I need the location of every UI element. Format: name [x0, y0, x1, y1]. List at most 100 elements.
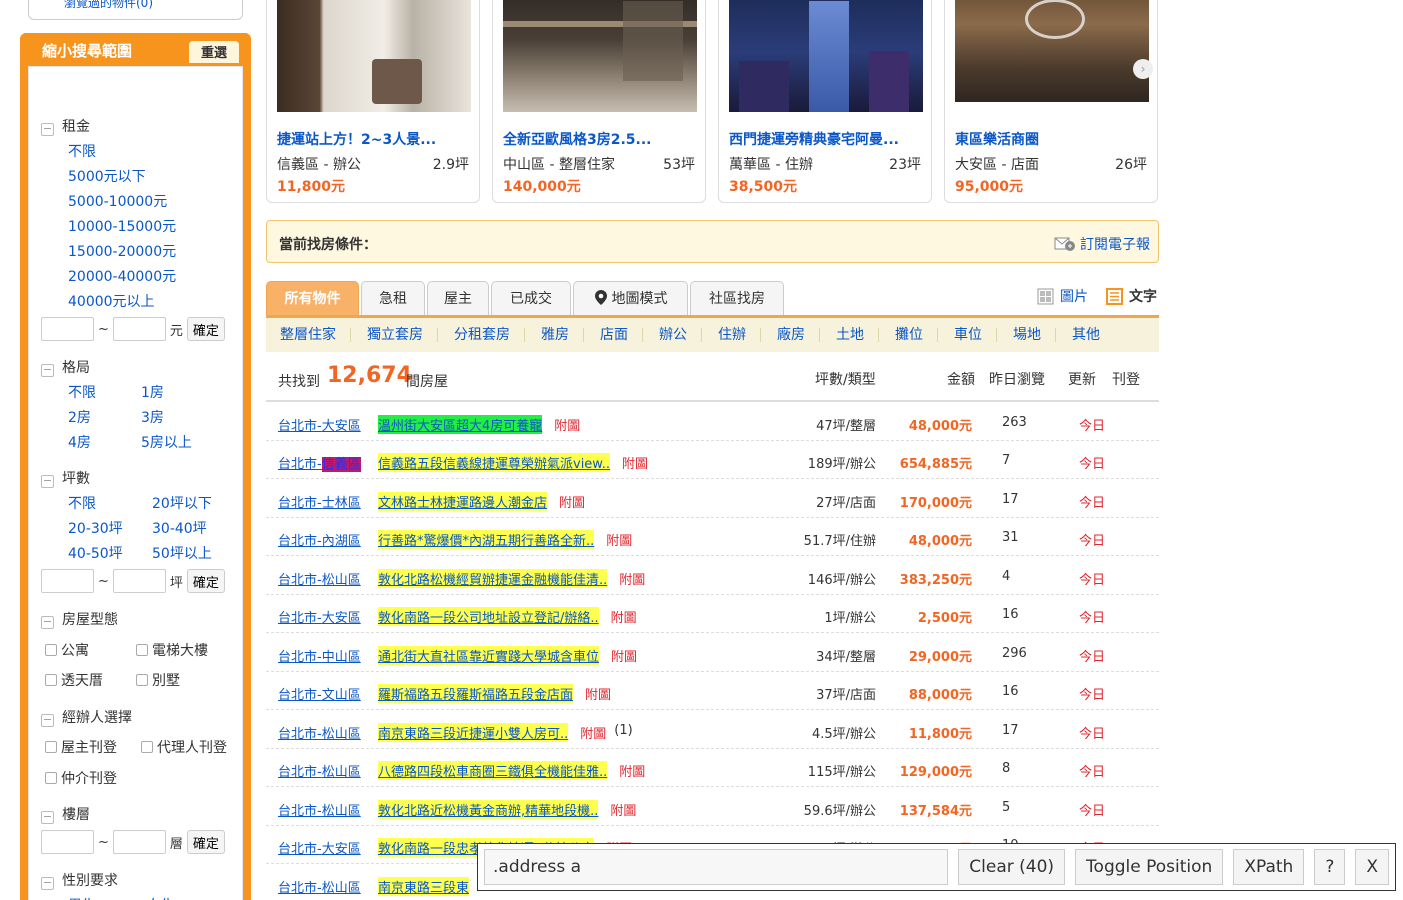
viewed-items-link[interactable]: 瀏覽過的物件(0)	[64, 0, 153, 10]
area-option[interactable]: 20坪以下	[152, 493, 212, 513]
layout-option[interactable]: 5房以上	[141, 432, 192, 452]
carousel-next-icon[interactable]: ›	[1133, 59, 1153, 79]
collapse-icon[interactable]: −	[41, 616, 54, 629]
checkbox-icon[interactable]	[45, 644, 57, 656]
city-label[interactable]: 台北市	[278, 534, 317, 549]
district-label[interactable]: 內湖區	[322, 534, 361, 549]
featured-card[interactable]: 西門捷運旁精典豪宅阿曼... 萬華區 - 住辦 23坪 38,500元	[718, 0, 932, 203]
listing-title[interactable]: 行善路*驚爆價*內湖五期行善路全新..	[378, 530, 595, 549]
category-link[interactable]: 土地	[836, 328, 879, 342]
viewed-items-box[interactable]: 瀏覽過的物件(0)	[28, 0, 243, 20]
district-label[interactable]: 松山區	[322, 804, 361, 819]
address-link[interactable]: 台北市-內湖區	[278, 530, 361, 549]
gender-option[interactable]: 女生	[147, 895, 175, 900]
agent-checkbox[interactable]: 代理人刊登	[141, 737, 227, 757]
address-link[interactable]: 台北市-松山區	[278, 877, 361, 896]
category-link[interactable]: 場地	[1013, 328, 1056, 342]
address-link[interactable]: 台北市-大安區	[278, 607, 361, 626]
tab-owner[interactable]: 屋主	[427, 281, 489, 316]
address-link[interactable]: 台北市-大安區	[278, 838, 361, 857]
card-title[interactable]: 捷運站上方！2~3人景...	[277, 129, 436, 149]
floor-min-input[interactable]	[41, 830, 94, 854]
area-min-input[interactable]	[41, 569, 94, 593]
table-row[interactable]: 台北市-大安區 溫州街大安區超大4房可養寵 47坪/整層 48,000元 263 今日 附圖	[266, 403, 1159, 441]
checkbox-icon[interactable]	[141, 741, 153, 753]
floor-confirm-button[interactable]: 確定	[186, 830, 225, 854]
city-label[interactable]: 台北市	[278, 881, 317, 896]
table-row[interactable]: 台北市-士林區 文林路士林捷運路邊人潮金店 27坪/店面 170,000元 17 今日 附圖	[266, 480, 1159, 518]
table-row[interactable]: 台北市-內湖區 行善路*驚爆價*內湖五期行善路全新.. 51.7坪/住辦 48,000…	[266, 518, 1159, 556]
listing-title[interactable]: 敦化北路近松機黃金商辦,精華地段機..	[378, 800, 599, 819]
listing-photo[interactable]	[955, 0, 1149, 102]
city-label[interactable]: 台北市	[278, 727, 317, 742]
collapse-icon[interactable]: −	[41, 811, 54, 824]
table-row[interactable]: 台北市-松山區 南京東路三段近捷運小雙人房可.. 4.5坪/辦公 11,800元 17 今…	[266, 711, 1159, 749]
city-label[interactable]: 台北市	[278, 765, 317, 780]
area-option[interactable]: 50坪以上	[152, 543, 212, 563]
view-pictures-toggle[interactable]: 圖片	[1037, 286, 1088, 306]
tab-closed[interactable]: 已成交	[491, 281, 571, 316]
listing-title[interactable]: 敦化南路一段公司地址設立登記/辦絡..	[378, 607, 599, 626]
category-link[interactable]: 住辦	[718, 328, 761, 342]
card-title[interactable]: 西門捷運旁精典豪宅阿曼...	[729, 129, 899, 149]
area-option[interactable]: 40-50坪	[68, 543, 123, 563]
rent-option[interactable]: 5000元以下	[68, 166, 146, 186]
table-row[interactable]: 台北市-松山區 敦化北路近松機黃金商辦,精華地段機.. 59.6坪/辦公 137,58…	[266, 788, 1159, 826]
tab-urgent[interactable]: 急租	[361, 281, 425, 316]
checkbox-icon[interactable]	[45, 674, 57, 686]
agent-section-header[interactable]: − 經辦人選擇	[41, 707, 132, 727]
rent-confirm-button[interactable]: 確定	[186, 317, 225, 341]
category-link[interactable]: 廠房	[777, 328, 820, 342]
city-label[interactable]: 台北市	[278, 804, 317, 819]
district-label[interactable]: 松山區	[322, 573, 361, 588]
district-label[interactable]: 信義區	[321, 457, 361, 472]
city-label[interactable]: 台北市	[278, 650, 317, 665]
category-link[interactable]: 車位	[954, 328, 997, 342]
rent-option[interactable]: 不限	[68, 141, 96, 161]
rent-option[interactable]: 5000-10000元	[68, 191, 167, 211]
category-link[interactable]: 獨立套房	[367, 328, 438, 342]
layout-option[interactable]: 2房	[68, 407, 91, 427]
type-checkbox[interactable]: 別墅	[136, 670, 180, 690]
collapse-icon[interactable]: −	[41, 877, 54, 890]
checkbox-icon[interactable]	[136, 674, 148, 686]
district-label[interactable]: 松山區	[322, 881, 361, 896]
table-row[interactable]: 台北市-大安區 敦化南路一段公司地址設立登記/辦絡.. 1坪/辦公 2,500元 16 今…	[266, 595, 1159, 633]
floor-section-header[interactable]: − 樓層	[41, 804, 90, 824]
layout-option[interactable]: 1房	[141, 382, 164, 402]
district-label[interactable]: 大安區	[322, 611, 361, 626]
rent-option[interactable]: 15000-20000元	[68, 241, 176, 261]
address-link[interactable]: 台北市-大安區	[278, 415, 361, 434]
city-label[interactable]: 台北市	[278, 419, 317, 434]
selector-input[interactable]: .address a	[484, 849, 949, 885]
rent-max-input[interactable]	[112, 317, 166, 341]
listing-title[interactable]: 南京東路三段東	[378, 877, 470, 896]
city-label[interactable]: 台北市	[278, 611, 317, 626]
featured-card[interactable]: › 東區樂活商圈 大安區 - 店面 26坪 95,000元	[944, 0, 1158, 203]
type-checkbox[interactable]: 公寓	[45, 640, 89, 660]
layout-option[interactable]: 3房	[141, 407, 164, 427]
rent-option[interactable]: 40000元以上	[68, 291, 155, 311]
clear-button[interactable]: Clear (40)	[958, 849, 1066, 885]
rent-option[interactable]: 20000-40000元	[68, 266, 176, 286]
checkbox-icon[interactable]	[45, 772, 57, 784]
table-row[interactable]: 台北市-文山區 羅斯福路五段羅斯福路五段金店面 37坪/店面 88,000元 16 今日 附…	[266, 672, 1159, 710]
listing-title[interactable]: 敦化北路松機經貿辦捷運金融機能佳清..	[378, 569, 608, 588]
address-link[interactable]: 台北市-信義區	[278, 453, 361, 472]
reset-button[interactable]: 重選	[189, 41, 239, 63]
help-button[interactable]: ?	[1314, 849, 1346, 885]
listing-title[interactable]: 溫州街大安區超大4房可養寵	[378, 415, 543, 434]
card-title[interactable]: 全新亞歐風格3房2.5...	[503, 129, 652, 149]
listing-title[interactable]: 八德路四段松車商圈三鐵俱全機能佳雅..	[378, 761, 608, 780]
city-label[interactable]: 台北市	[278, 573, 317, 588]
close-button[interactable]: X	[1355, 849, 1389, 885]
gender-option[interactable]: 男生	[68, 895, 96, 900]
table-row[interactable]: 台北市-信義區 信義路五段信義線捷運尊榮辦氣派view.. 189坪/辦公 654,8…	[266, 441, 1159, 479]
table-row[interactable]: 台北市-中山區 通北街大直社區靠近實踐大學城含車位 34坪/整層 29,000元 296…	[266, 634, 1159, 672]
district-label[interactable]: 松山區	[322, 765, 361, 780]
district-label[interactable]: 大安區	[322, 842, 361, 857]
checkbox-icon[interactable]	[136, 644, 148, 656]
tab-community[interactable]: 社區找房	[690, 281, 784, 316]
table-row[interactable]: 台北市-松山區 八德路四段松車商圈三鐵俱全機能佳雅.. 115坪/辦公 129,000…	[266, 749, 1159, 787]
listing-title[interactable]: 信義路五段信義線捷運尊榮辦氣派view..	[378, 453, 611, 472]
